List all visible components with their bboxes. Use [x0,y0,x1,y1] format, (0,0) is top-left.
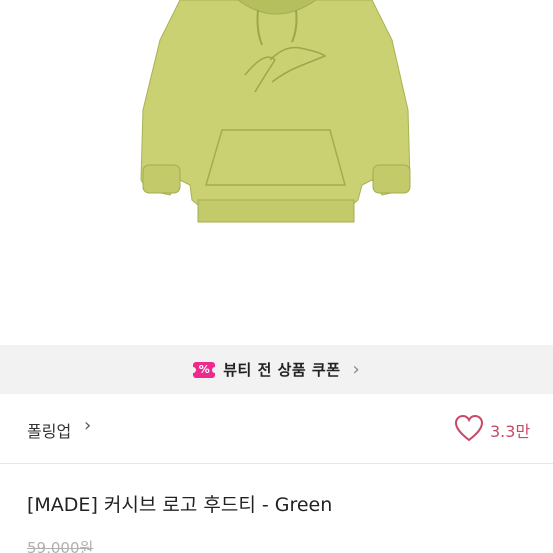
like-count: 3.3만 [490,422,531,441]
chevron-right-icon: › [352,358,360,380]
product-page: % 뷰티 전 상품 쿠폰 › 폴링업 › 3.3만 [MADE] 커시브 로고 … [0,0,553,553]
chevron-right-icon[interactable]: › [84,415,91,436]
beauty-coupon-banner[interactable]: % 뷰티 전 상품 쿠폰 › [0,345,553,394]
original-price: 59,000원 [27,539,94,553]
coupon-label: 뷰티 전 상품 쿠폰 [223,361,341,379]
hoodie-illustration [140,0,411,223]
shop-name-link[interactable]: 폴링업 [27,418,71,442]
product-image[interactable] [0,0,553,345]
shop-row: 폴링업 › 3.3만 [0,394,553,464]
product-title: [MADE] 커시브 로고 후드티 - Green [27,494,333,516]
coupon-icon: % [190,361,219,378]
heart-icon[interactable] [454,414,484,442]
